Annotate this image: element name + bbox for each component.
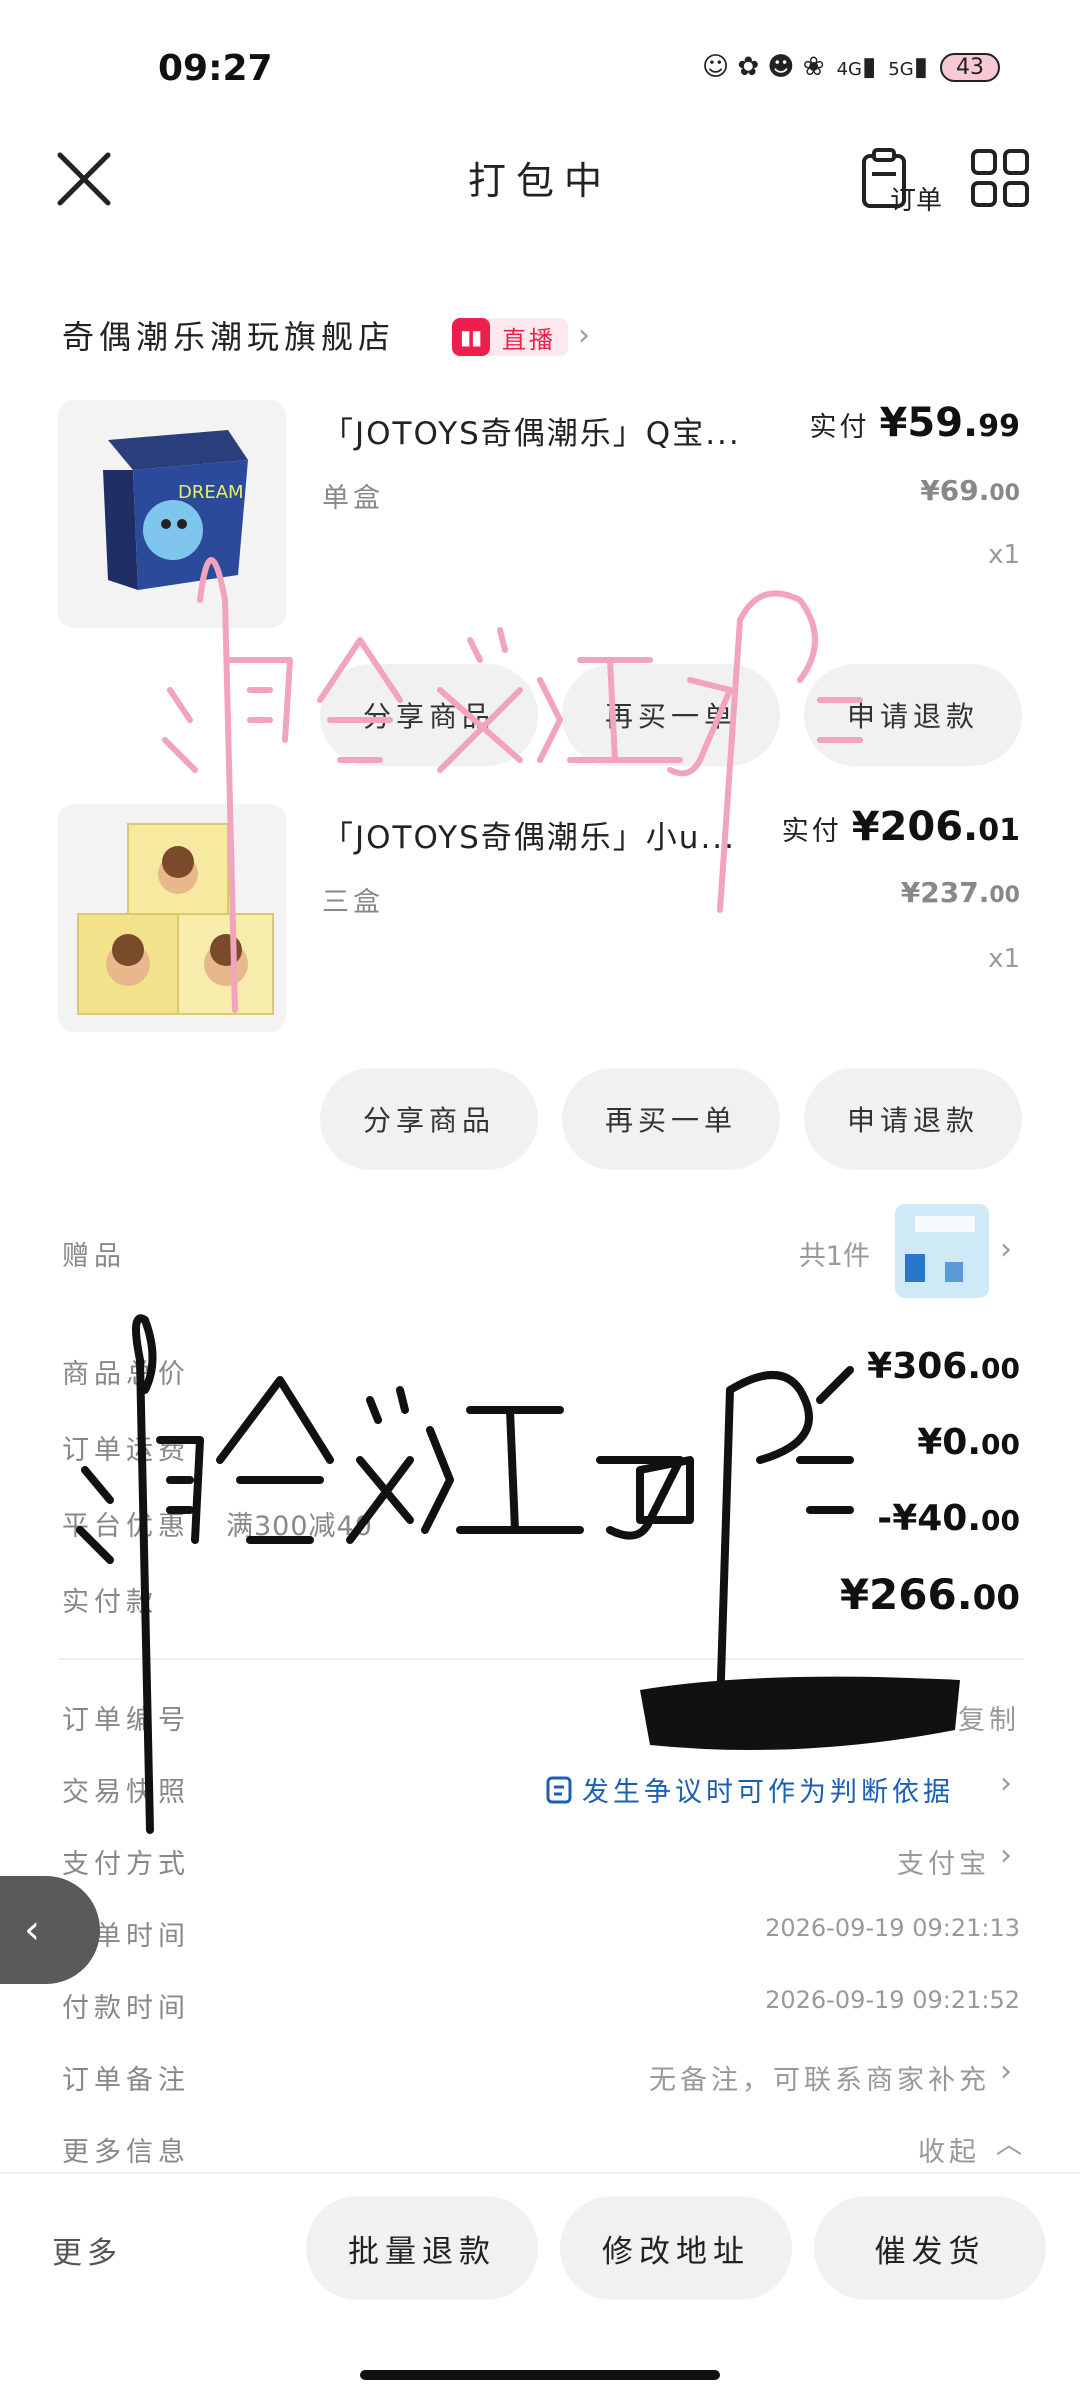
- more-button[interactable]: 更多: [52, 2228, 122, 2272]
- change-address-button[interactable]: 修改地址: [560, 2196, 792, 2300]
- black-scribble: [76, 1314, 854, 1834]
- urge-ship-button[interactable]: 催发货: [814, 2196, 1046, 2300]
- scribble-overlay: [76, 557, 960, 1834]
- chevron-left-icon: ‹: [24, 1907, 40, 1953]
- home-indicator[interactable]: [360, 2370, 720, 2380]
- redaction-blot: [640, 1676, 960, 1750]
- batch-refund-button[interactable]: 批量退款: [306, 2196, 538, 2300]
- pink-scribble: [162, 557, 863, 1013]
